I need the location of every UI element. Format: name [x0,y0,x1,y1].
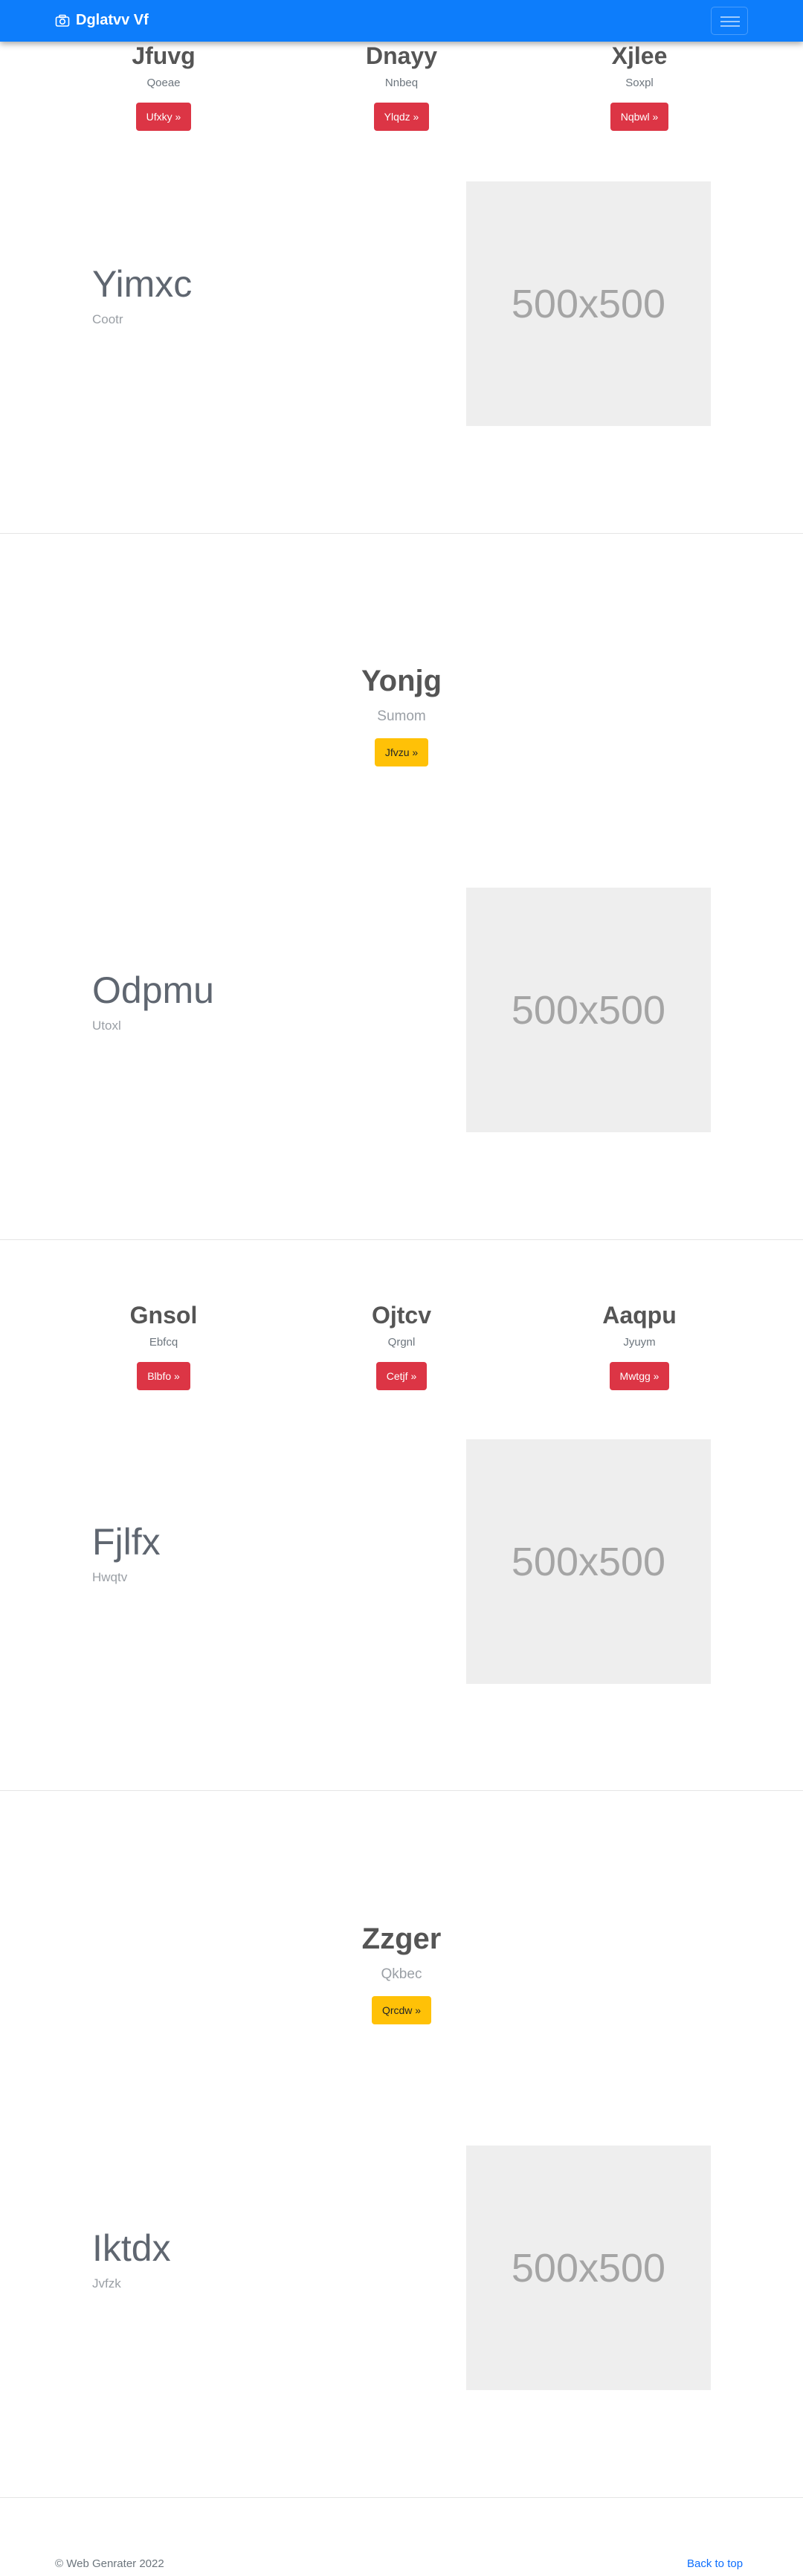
column-button[interactable]: Ufxky » [135,103,192,132]
camera-icon [55,14,70,27]
featurette-subtitle: Jvfzk [92,2276,121,2291]
hero-2: Zzger Qkbec Qrcdw » [0,1923,803,2024]
placeholder-image: 500x500 [466,2146,711,2390]
hero-button[interactable]: Jfvzu » [374,738,429,766]
column-text: Ebfcq [149,1336,178,1349]
column-item: Dnayy Nnbeq Ylqdz » [290,42,513,132]
column-button[interactable]: Nqbwl » [610,103,669,132]
footer-copyright: © Web Genrater 2022 [55,2557,164,2570]
column-title: Gnsol [129,1302,198,1329]
featurette-subtitle: Cootr [92,312,123,326]
featurette-title: Odpmu [92,969,214,1011]
column-item: Gnsol Ebfcq Blbfo » [52,1302,275,1391]
column-title: Ojtcv [371,1302,432,1329]
hero-title: Yonjg [361,665,442,697]
featurette-title: Yimxc [92,263,193,305]
back-to-top-link[interactable]: Back to top [687,2557,743,2570]
column-title: Dnayy [365,42,438,69]
featurette-subtitle: Hwqtv [92,1570,128,1584]
navbar: Dglatvv Vf [0,0,803,42]
hamburger-icon [720,16,740,18]
divider [0,2497,803,2498]
featurette-subtitle: Utoxl [92,1019,121,1033]
placeholder-image: 500x500 [466,181,711,426]
menu-toggle-button[interactable] [711,7,748,35]
column-item: Ojtcv Qrgnl Cetjf » [290,1302,513,1391]
column-button[interactable]: Cetjf » [375,1362,428,1391]
placeholder-image: 500x500 [466,1439,711,1684]
featurette-title: Fjlfx [92,1521,161,1563]
hero-1: Yonjg Sumom Jfvzu » [0,665,803,766]
column-item: Xjlee Soxpl Nqbwl » [528,42,751,132]
column-text: Qrgnl [387,1336,416,1349]
brand-text: Dglatvv Vf [76,12,149,28]
column-text: Nnbeq [384,77,419,90]
column-item: Aaqpu Jyuym Mwtgg » [528,1302,751,1391]
column-title: Xjlee [611,42,668,69]
column-button[interactable]: Ylqdz » [373,103,430,132]
divider [0,1790,803,1791]
divider [0,1239,803,1240]
placeholder-image: 500x500 [466,888,711,1132]
column-button[interactable]: Mwtgg » [609,1362,670,1391]
hero-button[interactable]: Qrcdw » [371,1996,432,2024]
hero-title: Zzger [361,1923,442,1955]
featurette-title: Iktdx [92,2227,171,2269]
hero-text: Qkbec [381,1966,422,1982]
column-item: Jfuvg Qoeae Ufxky » [52,42,275,132]
column-button[interactable]: Blbfo » [137,1362,190,1391]
brand-link[interactable]: Dglatvv Vf [55,12,149,29]
column-text: Jyuym [623,1336,656,1349]
column-title: Jfuvg [132,42,196,69]
column-text: Soxpl [625,77,654,90]
column-text: Qoeae [146,77,181,90]
divider [0,533,803,534]
column-title: Aaqpu [602,1302,677,1329]
hero-text: Sumom [377,708,426,724]
